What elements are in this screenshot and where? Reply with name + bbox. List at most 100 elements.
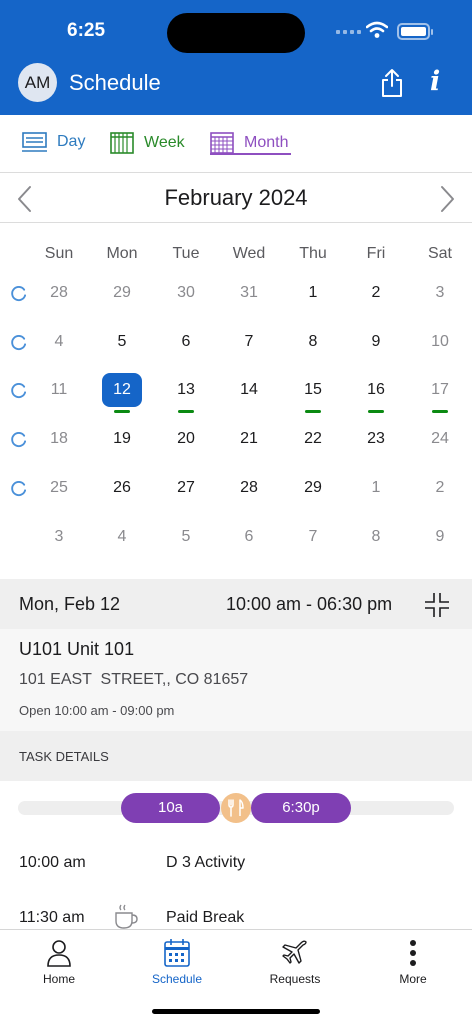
- calendar-icon: [164, 939, 190, 967]
- calendar-day[interactable]: 1: [293, 276, 333, 310]
- task-name: D 3 Activity: [166, 854, 246, 871]
- info-icon[interactable]: i: [430, 66, 440, 97]
- sync-icon[interactable]: [10, 285, 27, 302]
- calendar-day[interactable]: 27: [166, 471, 206, 505]
- nav-more-label: More: [399, 972, 427, 986]
- meal-break-icon: [221, 793, 251, 823]
- vertical-dots-icon: [410, 940, 416, 966]
- calendar-day[interactable]: 1: [356, 471, 396, 505]
- calendar-day[interactable]: 4: [102, 520, 142, 554]
- calendar-day[interactable]: 26: [102, 471, 142, 505]
- calendar-day[interactable]: 20: [166, 422, 206, 456]
- unit-address: 101 EAST STREET,, CO 81657: [19, 671, 249, 688]
- calendar-day[interactable]: 19: [102, 422, 142, 456]
- month-title: February 2024: [164, 185, 308, 210]
- month-navigator: February 2024: [0, 173, 472, 223]
- calendar-day[interactable]: 5: [102, 325, 142, 359]
- sync-icon[interactable]: [10, 431, 27, 448]
- airplane-icon: [282, 940, 307, 964]
- shift-marker: [114, 410, 130, 413]
- calendar-day[interactable]: 14: [229, 373, 269, 407]
- calendar-day[interactable]: 9: [420, 520, 460, 554]
- shift-time-range: 10:00 am - 06:30 pm: [226, 594, 393, 614]
- tab-day[interactable]: Day: [22, 132, 85, 152]
- tab-week[interactable]: Week: [110, 132, 185, 154]
- calendar-day[interactable]: 3: [39, 520, 79, 554]
- app-header: 6:25 AM Schedule i: [0, 0, 472, 115]
- calendar-day[interactable]: 24: [420, 422, 460, 456]
- person-icon: [47, 940, 71, 967]
- task-time: 10:00 am: [19, 854, 86, 871]
- task-name: Paid Break: [166, 909, 245, 926]
- weekday-header: Thu: [299, 245, 327, 262]
- sync-icon[interactable]: [10, 334, 27, 351]
- calendar-day[interactable]: 2: [356, 276, 396, 310]
- home-indicator: [152, 1009, 320, 1014]
- tab-month-label: Month: [244, 134, 289, 151]
- calendar-day[interactable]: 17: [420, 373, 460, 407]
- calendar-day[interactable]: 31: [229, 276, 269, 310]
- collapse-icon[interactable]: [423, 591, 451, 619]
- calendar-day[interactable]: 6: [166, 325, 206, 359]
- calendar-day[interactable]: 22: [293, 422, 333, 456]
- calendar-day[interactable]: 29: [293, 471, 333, 505]
- weekday-header: Wed: [232, 245, 266, 262]
- nav-home[interactable]: Home: [9, 938, 109, 986]
- nav-more[interactable]: More: [363, 938, 463, 986]
- avatar[interactable]: AM: [18, 63, 57, 102]
- weekday-header: Fri: [366, 245, 386, 262]
- nav-requests[interactable]: Requests: [245, 938, 345, 986]
- sync-icon[interactable]: [10, 382, 27, 399]
- shift-marker: [432, 410, 448, 413]
- unit-name: U101 Unit 101: [19, 639, 135, 659]
- battery-icon: [397, 23, 433, 40]
- calendar-day[interactable]: 21: [229, 422, 269, 456]
- sync-icon[interactable]: [10, 480, 27, 497]
- nav-requests-label: Requests: [269, 972, 321, 986]
- calendar-day[interactable]: 30: [166, 276, 206, 310]
- task-row[interactable]: 10:00 am D 3 Activity: [0, 846, 472, 886]
- calendar-day[interactable]: 11: [39, 373, 79, 407]
- weekday-header: Mon: [106, 245, 138, 262]
- chevron-right-icon[interactable]: [438, 185, 456, 213]
- calendar-day[interactable]: 8: [293, 325, 333, 359]
- calendar-day-selected[interactable]: 12: [102, 373, 142, 407]
- calendar-day[interactable]: 15: [293, 373, 333, 407]
- calendar-day[interactable]: 6: [229, 520, 269, 554]
- task-details-label: TASK DETAILS: [19, 749, 109, 764]
- cellular-signal-icon: [336, 30, 361, 34]
- calendar-day[interactable]: 16: [356, 373, 396, 407]
- calendar-day[interactable]: 28: [229, 471, 269, 505]
- calendar-day[interactable]: 7: [229, 325, 269, 359]
- calendar-day[interactable]: 2: [420, 471, 460, 505]
- calendar-day[interactable]: 7: [293, 520, 333, 554]
- calendar-day[interactable]: 10: [420, 325, 460, 359]
- shift-marker: [178, 410, 194, 413]
- week-view-icon: [110, 132, 134, 154]
- page-title: Schedule: [69, 70, 161, 95]
- calendar-day[interactable]: 18: [39, 422, 79, 456]
- nav-schedule[interactable]: Schedule: [127, 938, 227, 986]
- day-view-icon: [22, 132, 47, 152]
- calendar-day[interactable]: 25: [39, 471, 79, 505]
- tab-month[interactable]: Month: [210, 132, 288, 154]
- calendar-day[interactable]: 28: [39, 276, 79, 310]
- calendar-day[interactable]: 9: [356, 325, 396, 359]
- shift-date: Mon, Feb 12: [19, 594, 121, 614]
- coffee-cup-icon: [115, 904, 138, 929]
- calendar-day[interactable]: 8: [356, 520, 396, 554]
- shift-summary: Mon, Feb 12 10:00 am - 06:30 pm: [0, 579, 472, 629]
- calendar-day[interactable]: 4: [39, 325, 79, 359]
- share-icon[interactable]: [380, 68, 404, 98]
- calendar-day[interactable]: 5: [166, 520, 206, 554]
- calendar-day[interactable]: 13: [166, 373, 206, 407]
- calendar-day[interactable]: 23: [356, 422, 396, 456]
- weekday-header: Sun: [44, 245, 74, 262]
- calendar-day[interactable]: 29: [102, 276, 142, 310]
- dynamic-island: [167, 13, 305, 53]
- view-tabs: Day Week Month: [0, 115, 472, 173]
- shift-marker: [305, 410, 321, 413]
- calendar-day[interactable]: 3: [420, 276, 460, 310]
- nav-schedule-label: Schedule: [151, 972, 203, 986]
- weekday-header: Tue: [172, 245, 200, 262]
